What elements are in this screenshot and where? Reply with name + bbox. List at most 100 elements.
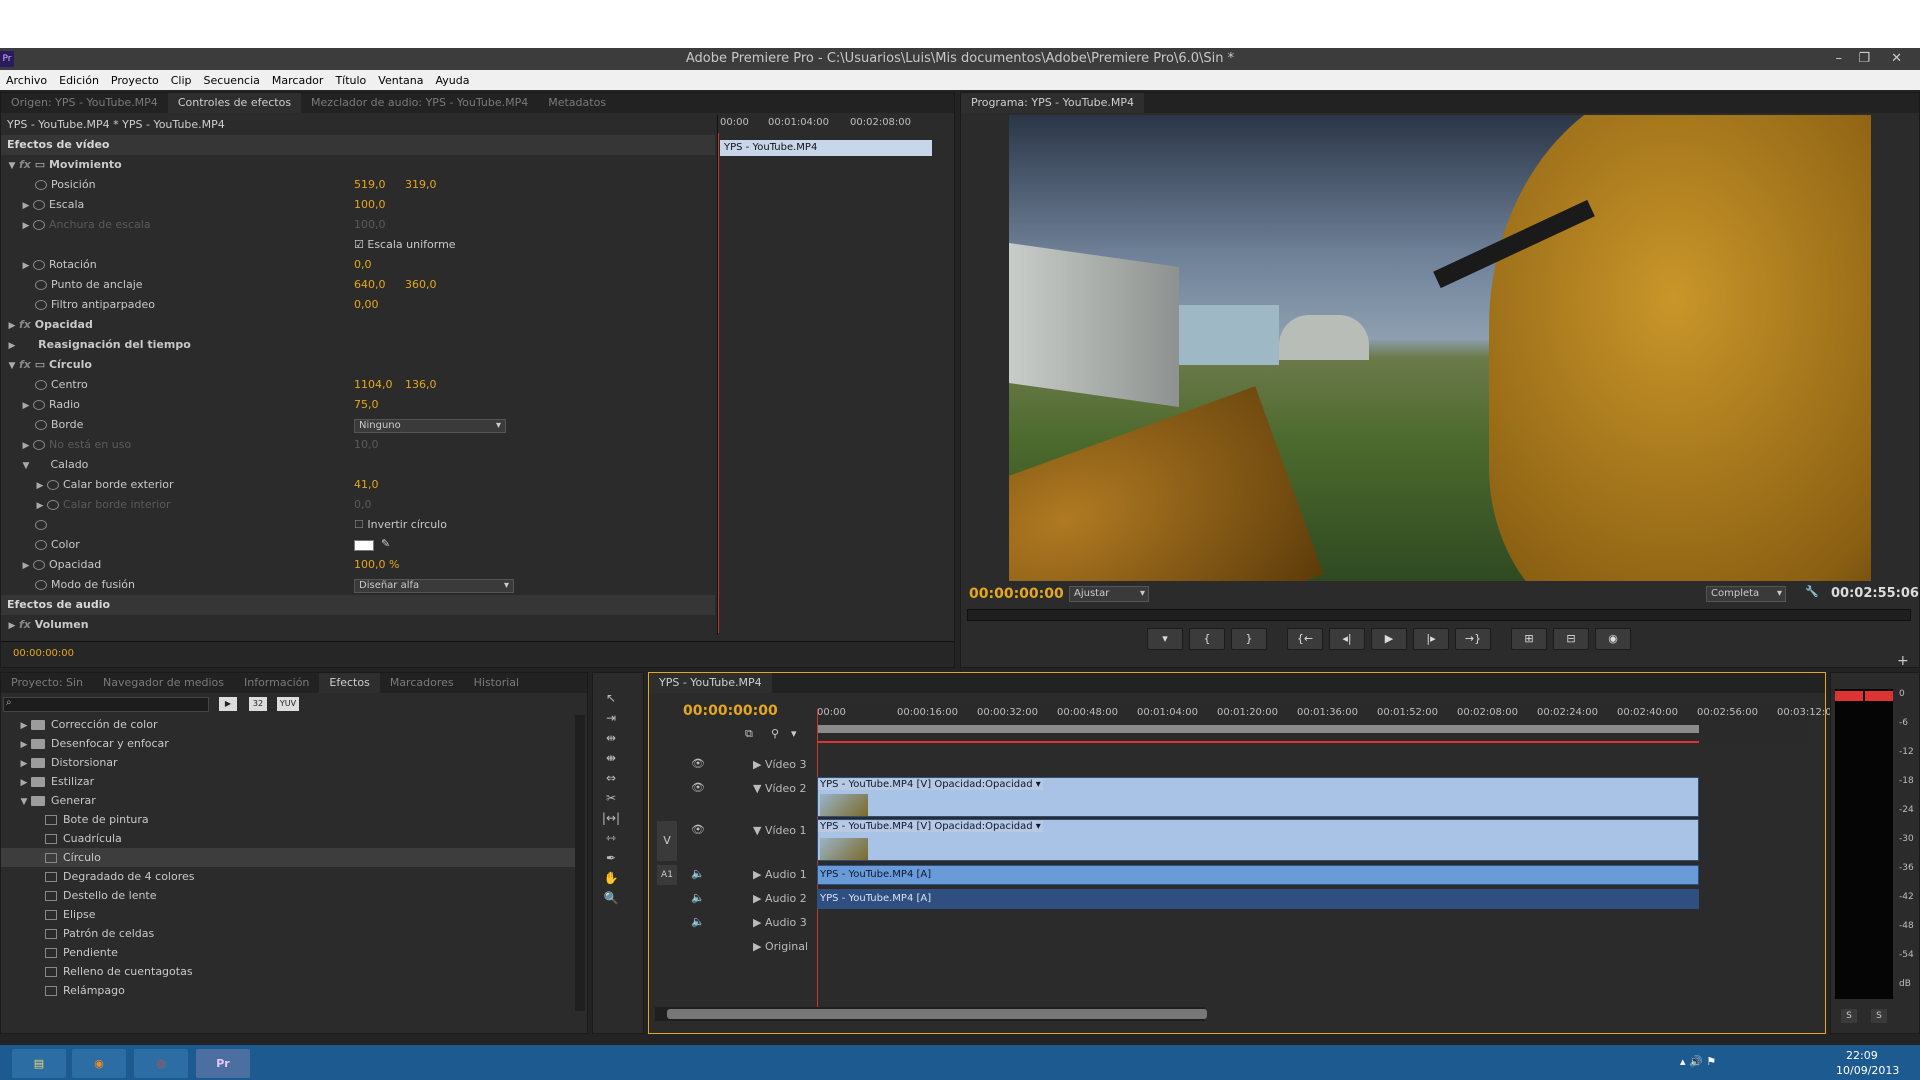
anchor-x-value[interactable]: 640,0 — [354, 275, 386, 295]
checkbox-checked-icon[interactable]: ☑ — [354, 238, 364, 251]
effects-folder[interactable]: ▶ Corrección de color — [1, 715, 575, 734]
timeline-playhead[interactable] — [817, 709, 818, 1019]
feather-outer-value[interactable]: 41,0 — [354, 475, 379, 495]
invert-checkbox-row[interactable]: ☐ Invertir círculo — [354, 515, 447, 535]
effects-folder[interactable]: ▶ Estilizar — [1, 772, 575, 791]
opacity-value[interactable]: 100,0 % — [354, 555, 399, 575]
selection-tool-icon[interactable]: ↖ — [601, 691, 621, 709]
step-forward-button[interactable]: |▸ — [1413, 628, 1449, 650]
track-audio-3[interactable]: ▶ Audio 3 — [753, 911, 807, 935]
effects-item[interactable]: Pendiente — [1, 943, 575, 962]
menu-ayuda[interactable]: Ayuda — [429, 74, 475, 87]
zoom-tool-icon[interactable]: 🔍 — [601, 891, 621, 909]
eye-icon[interactable]: 👁 — [691, 781, 705, 794]
clip-audio-1[interactable]: YPS - YouTube.MP4 [A] — [817, 865, 1699, 885]
uniform-scale-row[interactable]: ☑ Escala uniforme — [354, 235, 456, 255]
slide-tool-icon[interactable]: ⇿ — [601, 831, 621, 849]
timeline-timecode[interactable]: 00:00:00:00 — [683, 703, 778, 719]
maximize-icon[interactable]: ❐ — [1858, 48, 1870, 70]
menu-archivo[interactable]: Archivo — [0, 74, 53, 87]
track-audio-1[interactable]: ▶ Audio 1 — [753, 863, 807, 887]
extract-button[interactable]: ⊟ — [1553, 628, 1589, 650]
speaker-icon[interactable]: 🔈 — [691, 915, 705, 928]
add-marker-icon[interactable]: ▾ — [791, 727, 797, 740]
wrench-icon[interactable]: 🔧 — [1805, 585, 1819, 598]
work-area-bar[interactable] — [817, 725, 1699, 733]
color-swatch[interactable] — [354, 540, 374, 551]
tab-program[interactable]: Programa: YPS - YouTube.MP4 — [961, 93, 1145, 113]
stopwatch-icon[interactable] — [33, 200, 45, 210]
effects-item[interactable]: Relleno de cuentagotas — [1, 962, 575, 981]
solo-left-button[interactable]: S — [1841, 1009, 1857, 1023]
mark-out-button[interactable]: } — [1231, 628, 1267, 650]
step-back-button[interactable]: ◂| — [1329, 628, 1365, 650]
stopwatch-icon[interactable] — [33, 260, 45, 270]
stopwatch-icon[interactable] — [35, 520, 47, 530]
flicker-value[interactable]: 0,00 — [354, 295, 379, 315]
slip-tool-icon[interactable]: |↔| — [601, 811, 621, 829]
add-button-icon[interactable]: + — [1897, 653, 1909, 669]
menu-clip[interactable]: Clip — [165, 74, 198, 87]
go-to-in-button[interactable]: {← — [1287, 628, 1323, 650]
export-frame-button[interactable]: ◉ — [1595, 628, 1631, 650]
feather-row[interactable]: ▼ Calado — [1, 455, 89, 475]
link-icon[interactable]: ⚲ — [771, 727, 779, 740]
timeline-scrollbar[interactable] — [655, 1007, 1207, 1021]
file-explorer-icon[interactable]: ▤ — [12, 1049, 66, 1078]
speaker-icon[interactable]: 🔈 — [691, 867, 705, 880]
radius-value[interactable]: 75,0 — [354, 395, 379, 415]
menu-proyecto[interactable]: Proyecto — [105, 74, 165, 87]
eye-icon[interactable]: 👁 — [691, 757, 705, 770]
menu-secuencia[interactable]: Secuencia — [198, 74, 266, 87]
tray-icons[interactable]: ▴ 🔊 ⚑ — [1680, 1055, 1716, 1068]
stopwatch-icon[interactable] — [47, 480, 59, 490]
clip-audio-2[interactable]: YPS - YouTube.MP4 [A] — [817, 889, 1699, 909]
stopwatch-icon[interactable] — [35, 300, 47, 310]
effects-folder[interactable]: ▶ Distorsionar — [1, 753, 575, 772]
opacity-section-row[interactable]: ▶ fx Opacidad — [1, 315, 93, 335]
firefox-icon[interactable]: ◉ — [72, 1049, 126, 1078]
stopwatch-icon[interactable] — [35, 180, 47, 190]
rotation-value[interactable]: 0,0 — [354, 255, 372, 275]
tab-markers[interactable]: Marcadores — [380, 673, 464, 693]
effects-search-input[interactable]: ⌕ — [3, 697, 209, 712]
razor-tool-icon[interactable]: ✂ — [601, 791, 621, 809]
tab-sequence[interactable]: YPS - YouTube.MP4 — [649, 673, 772, 693]
checkbox-icon[interactable]: ☐ — [354, 518, 364, 531]
snap-icon[interactable]: ⧉ — [745, 727, 753, 741]
track-audio-2[interactable]: ▶ Audio 2 — [753, 887, 807, 911]
timeline-scroll-thumb[interactable] — [667, 1009, 1207, 1019]
ec-clip-bar[interactable]: YPS - YouTube.MP4 — [720, 140, 932, 156]
clip-video-1[interactable]: YPS - YouTube.MP4 [V] Opacidad:Opacidad … — [817, 819, 1699, 861]
track-select-tool-icon[interactable]: ⇥ — [601, 711, 621, 729]
tab-source[interactable]: Origen: YPS - YouTube.MP4 — [1, 93, 168, 113]
effects-folder[interactable]: ▶ Desenfocar y enfocar — [1, 734, 575, 753]
32bit-badge[interactable]: 32 — [249, 697, 267, 711]
timeline-ruler[interactable]: 00:00 00:00:16:00 00:00:32:00 00:00:48:00 00… — [817, 705, 1832, 743]
effects-item[interactable]: Patrón de celdas — [1, 924, 575, 943]
stopwatch-icon[interactable] — [35, 280, 47, 290]
mark-in-button[interactable]: { — [1189, 628, 1225, 650]
premiere-taskbar-icon[interactable]: Pr — [196, 1049, 250, 1078]
clip-video-2[interactable]: YPS - YouTube.MP4 [V] Opacidad:Opacidad … — [817, 777, 1699, 817]
track-video-1[interactable]: ▼ Vídeo 1 — [753, 819, 807, 843]
chrome-icon[interactable]: ◎ — [134, 1049, 188, 1078]
center-y-value[interactable]: 136,0 — [405, 375, 437, 395]
scale-value[interactable]: 100,0 — [354, 195, 386, 215]
center-x-value[interactable]: 1104,0 — [354, 375, 393, 395]
pen-tool-icon[interactable]: ✒ — [601, 851, 621, 869]
effects-item[interactable]: Relámpago — [1, 981, 575, 1000]
ripple-edit-tool-icon[interactable]: ⇹ — [601, 731, 621, 749]
tab-effects[interactable]: Efectos — [319, 673, 380, 693]
fit-dropdown[interactable]: Ajustar ▾ — [1069, 586, 1149, 602]
motion-row[interactable]: ▼ fx ▭ Movimiento — [1, 155, 122, 175]
stopwatch-icon[interactable] — [35, 420, 47, 430]
stopwatch-icon[interactable] — [33, 400, 45, 410]
minimize-icon[interactable]: – — [1836, 48, 1843, 70]
accelerated-icon[interactable]: ▶ — [219, 697, 237, 711]
effects-scrollbar[interactable] — [575, 715, 585, 1011]
effects-item[interactable]: Círculo — [1, 848, 575, 867]
eye-icon[interactable]: 👁 — [691, 823, 705, 836]
border-dropdown[interactable]: Ninguno ▾ — [354, 419, 506, 433]
track-video-2[interactable]: ▼ Vídeo 2 — [753, 777, 807, 801]
